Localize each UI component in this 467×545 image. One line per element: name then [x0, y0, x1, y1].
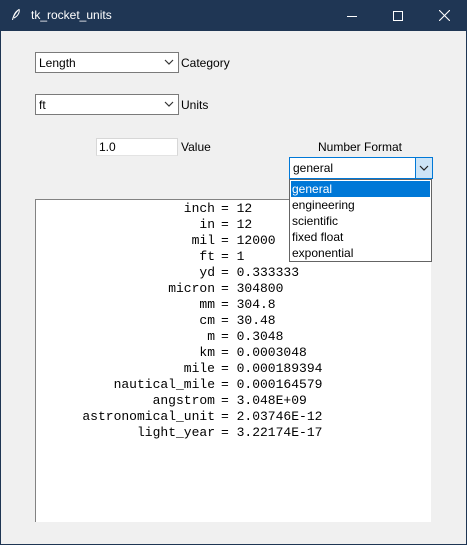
- result-line: astronomical_unit = 2.03746E-12: [36, 409, 431, 425]
- maximize-button[interactable]: [375, 0, 421, 31]
- result-line: micron = 304800: [36, 281, 431, 297]
- result-value: = 12: [221, 201, 253, 216]
- result-value: = 0.000164579: [221, 377, 323, 392]
- feather-icon[interactable]: [10, 8, 22, 22]
- category-label: Category: [181, 56, 230, 70]
- result-value: = 30.48: [221, 313, 276, 328]
- result-value: = 0.000189394: [221, 361, 323, 376]
- result-unit: inch: [183, 201, 215, 216]
- format-option[interactable]: scientific: [291, 213, 430, 229]
- result-unit: light_year: [136, 425, 215, 440]
- window-title: tk_rocket_units: [31, 8, 112, 22]
- value-field[interactable]: [96, 138, 178, 156]
- result-line: light_year = 3.22174E-17: [36, 425, 431, 441]
- title-bar[interactable]: tk_rocket_units: [0, 0, 467, 31]
- result-value: = 0.333333: [221, 265, 300, 280]
- category-combobox[interactable]: Length: [35, 52, 179, 73]
- number-format-dropdown-button[interactable]: [415, 158, 432, 178]
- number-format-label: Number Format: [318, 140, 403, 154]
- result-unit: micron: [168, 281, 215, 296]
- units-value: ft: [39, 98, 46, 112]
- chevron-down-icon: [419, 165, 429, 171]
- number-format-value: general: [293, 161, 334, 175]
- result-unit: nautical_mile: [113, 377, 215, 392]
- result-unit: m: [207, 329, 215, 344]
- result-value: = 2.03746E-12: [221, 409, 323, 424]
- result-unit: astronomical_unit: [82, 409, 215, 424]
- result-line: cm = 30.48: [36, 313, 431, 329]
- value-label: Value: [181, 140, 211, 154]
- result-unit: in: [199, 217, 215, 232]
- result-line: mm = 304.8: [36, 297, 431, 313]
- result-unit: mile: [183, 361, 215, 376]
- format-option[interactable]: engineering: [291, 197, 430, 213]
- result-unit: angstrom: [152, 393, 215, 408]
- category-value: Length: [39, 56, 76, 70]
- chevron-down-icon[interactable]: [164, 58, 174, 66]
- result-unit: yd: [199, 265, 215, 280]
- result-unit: cm: [199, 313, 215, 328]
- result-line: nautical_mile = 0.000164579: [36, 377, 431, 393]
- format-option[interactable]: general: [291, 181, 430, 197]
- result-line: m = 0.3048: [36, 329, 431, 345]
- number-format-combobox[interactable]: general: [289, 157, 433, 179]
- result-unit: ft: [199, 249, 215, 264]
- result-unit: mm: [199, 297, 215, 312]
- result-unit: km: [199, 345, 215, 360]
- close-button[interactable]: [421, 0, 467, 31]
- minimize-icon: [347, 15, 357, 17]
- units-combobox[interactable]: ft: [35, 94, 179, 115]
- format-option[interactable]: fixed float: [291, 229, 430, 245]
- result-value: = 304.8: [221, 297, 276, 312]
- result-value: = 304800: [221, 281, 284, 296]
- result-line: angstrom = 3.048E+09: [36, 393, 431, 409]
- format-option[interactable]: exponential: [291, 245, 430, 261]
- chevron-down-icon[interactable]: [164, 100, 174, 108]
- result-unit: mil: [191, 233, 215, 248]
- close-icon: [438, 10, 450, 21]
- value-input[interactable]: [97, 139, 177, 155]
- units-label: Units: [181, 98, 209, 112]
- result-line: yd = 0.333333: [36, 265, 431, 281]
- result-value: = 0.0003048: [221, 345, 307, 360]
- minimize-button[interactable]: [329, 0, 375, 31]
- result-line: mile = 0.000189394: [36, 361, 431, 377]
- maximize-icon: [393, 10, 403, 21]
- result-value: = 3.22174E-17: [221, 425, 323, 440]
- result-value: = 3.048E+09: [221, 393, 307, 408]
- result-line: km = 0.0003048: [36, 345, 431, 361]
- number-format-dropdown-list[interactable]: general engineering scientific fixed float e…: [289, 179, 432, 262]
- result-value: = 12: [221, 217, 253, 232]
- result-value: = 1: [221, 249, 245, 264]
- result-value: = 12000: [221, 233, 276, 248]
- result-value: = 0.3048: [221, 329, 284, 344]
